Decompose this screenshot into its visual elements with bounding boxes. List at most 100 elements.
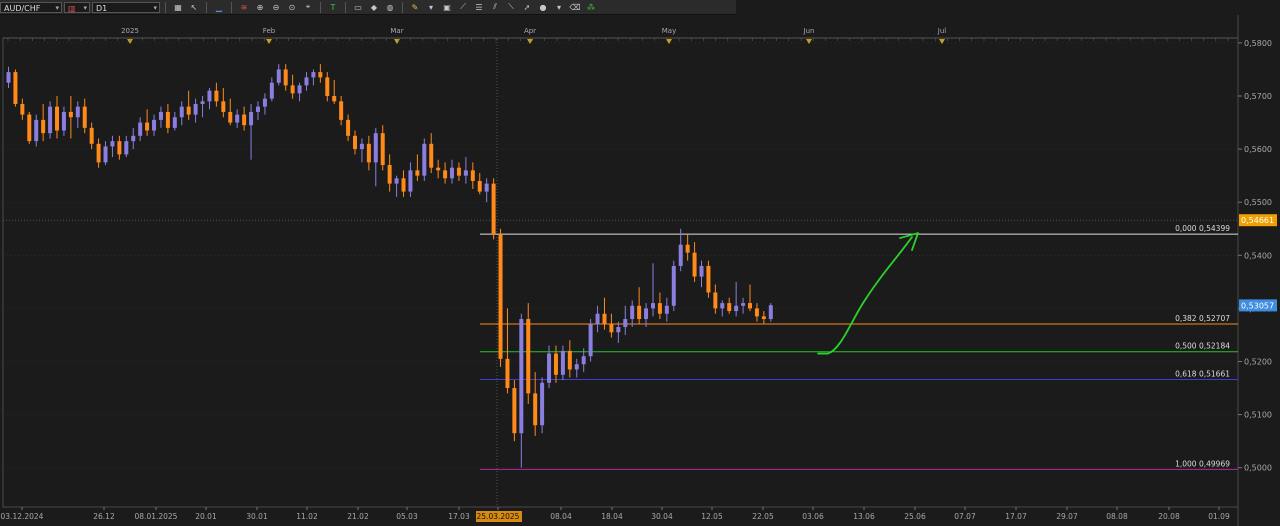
circle-options-icon[interactable]: ▾: [552, 2, 566, 13]
toolbar-divider: [231, 1, 232, 13]
month-label: Jul: [937, 27, 947, 35]
fib-level-label: 0,000 0,54399: [1175, 224, 1230, 233]
month-label: Feb: [263, 27, 276, 35]
price-chart[interactable]: 0,000 0,543990,382 0,527070,500 0,521840…: [0, 15, 1280, 526]
trend-icon[interactable]: ⟋: [456, 2, 470, 13]
candle-body: [13, 72, 18, 104]
crosshair-icon[interactable]: ⌖: [301, 2, 315, 13]
candle-body: [637, 305, 642, 320]
date-tick-label: 08.04: [550, 512, 572, 521]
candle-body: [678, 244, 683, 266]
globe-icon[interactable]: ◍: [383, 2, 397, 13]
candles-icon[interactable]: ▦: [171, 2, 185, 13]
candle-body: [117, 141, 122, 155]
circle-icon[interactable]: ●: [536, 2, 550, 13]
candle-body: [339, 101, 344, 120]
candle-body: [207, 90, 212, 102]
fib-level-price: 0,51661: [1199, 370, 1230, 379]
text-icon[interactable]: T: [326, 2, 340, 13]
candle: [533, 372, 538, 436]
candle-body: [754, 308, 759, 317]
zoom-in-icon[interactable]: ⊕: [253, 2, 267, 13]
projection-arrow[interactable]: [817, 232, 919, 355]
candle: [242, 106, 247, 131]
candle-body: [706, 265, 711, 293]
fib-level-label: 0,500 0,52184: [1175, 342, 1230, 351]
candle: [567, 340, 572, 378]
candle-body: [443, 170, 448, 179]
channel-icon[interactable]: ⫽: [488, 2, 502, 13]
current-price-badge-label: 0,53057: [1241, 301, 1274, 310]
candle-body: [179, 106, 184, 118]
indicator-red-icon[interactable]: ≋: [237, 2, 251, 13]
candle: [657, 292, 662, 320]
date-tick-label: 26.12: [93, 512, 115, 521]
fibonacci-icon[interactable]: ☰: [472, 2, 486, 13]
candle-body: [609, 324, 614, 333]
candle: [768, 303, 773, 322]
candle-body: [436, 167, 441, 171]
candle-body: [297, 85, 302, 94]
shape-icon[interactable]: ◆: [367, 2, 381, 13]
candle-body: [491, 183, 496, 235]
candle-body: [588, 324, 593, 357]
indicators-icon[interactable]: ⁂: [584, 2, 598, 13]
candle-body: [193, 103, 198, 115]
candle: [297, 82, 302, 102]
line-icon[interactable]: ▁: [212, 2, 226, 13]
candle: [6, 66, 11, 89]
candle: [505, 308, 510, 394]
candle: [394, 175, 399, 197]
candle: [456, 162, 461, 181]
eraser-icon[interactable]: ⌫: [568, 2, 582, 13]
pencil-options-icon[interactable]: ▾: [424, 2, 438, 13]
candle-body: [553, 353, 558, 375]
candle: [27, 111, 32, 144]
ray-icon[interactable]: ⟍: [504, 2, 518, 13]
date-tick-label: 11.02: [296, 512, 318, 521]
screenshot-icon[interactable]: ▣: [440, 2, 454, 13]
candle-body: [456, 167, 461, 176]
fibonacci-retracement[interactable]: 0,000 0,543990,382 0,527070,500 0,521840…: [480, 224, 1238, 470]
candle: [131, 127, 136, 150]
month-marker-icon: [394, 39, 400, 44]
candle-body: [34, 119, 39, 142]
timeframe-select[interactable]: D1 ▾: [92, 1, 160, 13]
price-tick-label: 0,5100: [1244, 411, 1272, 420]
month-label: Mar: [390, 27, 403, 35]
candle: [103, 141, 108, 166]
note-icon[interactable]: ▭: [351, 2, 365, 13]
cursor-icon[interactable]: ↖: [187, 2, 201, 13]
candle: [332, 80, 337, 104]
candle: [491, 178, 496, 240]
candle-body: [463, 170, 468, 176]
candle-body: [242, 114, 247, 126]
candle: [158, 106, 163, 128]
candle-body: [61, 111, 66, 131]
arrow-tool-icon[interactable]: ➚: [520, 2, 534, 13]
pencil-icon[interactable]: ✎: [408, 2, 422, 13]
candle-body: [235, 114, 240, 123]
zoom-reset-icon[interactable]: ⊙: [285, 2, 299, 13]
chart-type-select[interactable]: ▥ ▾: [64, 1, 90, 13]
candle-body: [699, 265, 704, 277]
fib-level-price: 0,54399: [1199, 224, 1230, 233]
zoom-out-icon[interactable]: ⊖: [269, 2, 283, 13]
candle-body: [484, 183, 489, 192]
candle: [754, 303, 759, 322]
candle: [346, 114, 351, 142]
toolbar-divider: [320, 1, 321, 13]
candle-body: [394, 178, 399, 184]
candle-body: [519, 319, 524, 434]
price-tick-label: 0,5800: [1244, 39, 1272, 48]
toolbar-divider: [402, 1, 403, 13]
candle-body: [145, 122, 150, 131]
date-tick-label: 21.02: [347, 512, 369, 521]
symbol-select[interactable]: AUD/CHF ▾: [0, 1, 62, 13]
candle: [408, 162, 413, 197]
candle-body: [540, 382, 545, 426]
date-tick-label: 22.05: [752, 512, 774, 521]
candle: [741, 297, 746, 314]
candle: [283, 64, 288, 91]
candle-body: [650, 303, 655, 309]
